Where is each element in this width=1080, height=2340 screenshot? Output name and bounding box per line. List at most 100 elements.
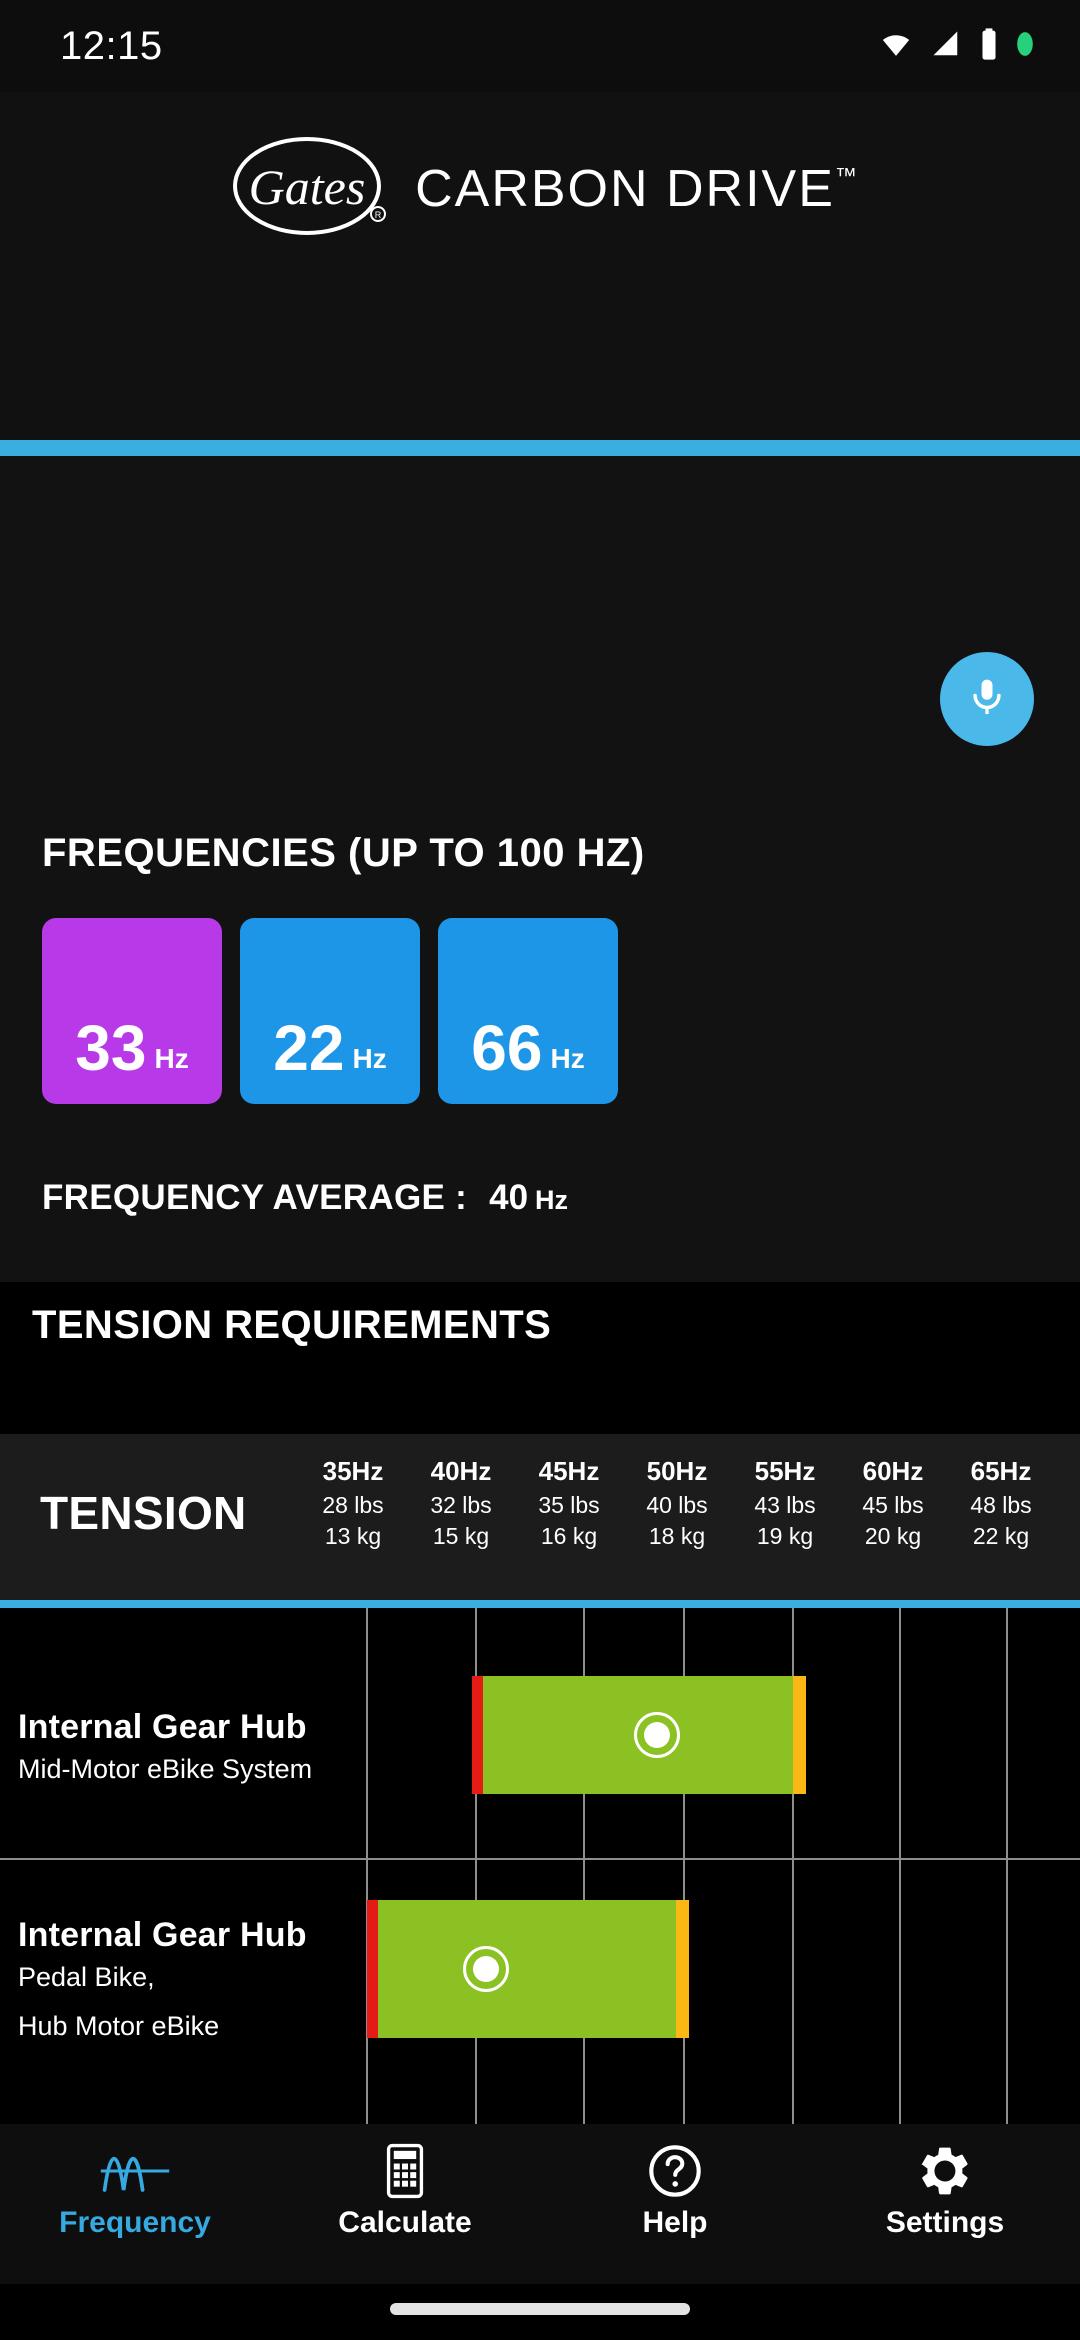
chart-row-label: Internal Gear Hub Mid-Motor eBike System: [18, 1708, 312, 1786]
tension-header-lbs: 43 lbs: [754, 1492, 816, 1518]
frequency-tile-value: 66: [471, 1012, 543, 1084]
frequency-tile[interactable]: 33 Hz: [42, 918, 222, 1104]
chart-target-marker: [463, 1946, 509, 1992]
chart-row-subtitle: Hub Motor eBike: [18, 2010, 220, 2041]
gates-carbon-drive-logo: Gates R CARBON DRIVE ™: [0, 134, 1080, 243]
tension-header-lbs: 28 lbs: [322, 1492, 384, 1518]
svg-text:R: R: [375, 210, 382, 220]
status-clock: 12:15: [60, 23, 163, 68]
brand-header: Gates R CARBON DRIVE ™: [0, 92, 1080, 440]
frequency-tile[interactable]: 22 Hz: [240, 918, 420, 1104]
chart-row-title: Internal Gear Hub: [18, 1916, 307, 1954]
nav-item-help[interactable]: Help: [540, 2124, 810, 2240]
chart-bar: [378, 1900, 676, 2038]
tension-header-kg: 18 kg: [648, 1523, 706, 1549]
frequency-tile-unit: Hz: [550, 1043, 585, 1074]
frequency-average-unit: Hz: [535, 1185, 569, 1215]
microphone-record-button[interactable]: [940, 652, 1034, 746]
waveform-icon: [97, 2142, 173, 2200]
carbon-drive-wordmark: CARBON DRIVE: [415, 159, 835, 218]
tension-header-kg: 15 kg: [432, 1523, 490, 1549]
tension-header-columns: 35Hz 28 lbs 13 kg 40Hz 32 lbs 15 kg 45Hz…: [317, 1456, 1073, 1550]
chart-bar-end-cap: [793, 1676, 806, 1794]
calculator-icon: [381, 2142, 429, 2200]
tension-header-kg: 16 kg: [540, 1523, 598, 1549]
chart-row[interactable]: Internal Gear Hub Mid-Motor eBike System: [0, 1608, 1080, 1858]
frequency-tile-value: 22: [273, 1012, 345, 1084]
battery-icon: [979, 27, 999, 66]
tension-header-cell: 55Hz 43 lbs 19 kg: [749, 1456, 821, 1550]
home-gesture-pill[interactable]: [390, 2303, 690, 2315]
nav-label: Settings: [885, 2206, 1005, 2239]
chart-target-marker: [634, 1712, 680, 1758]
frequency-tile-unit: Hz: [352, 1043, 387, 1074]
nav-label: Frequency: [59, 2206, 211, 2239]
status-bar: 12:15: [0, 0, 1080, 92]
frequencies-heading: FREQUENCIES (UP TO 100 HZ): [42, 831, 645, 875]
tension-header-hz: 35Hz: [322, 1456, 384, 1486]
chart-bar-start-cap: [472, 1676, 483, 1794]
chart-row-title: Internal Gear Hub: [18, 1708, 307, 1746]
tension-header-kg: 20 kg: [864, 1523, 922, 1549]
tension-header-cell: 50Hz 40 lbs 18 kg: [641, 1456, 713, 1550]
tension-header-cell: 65Hz 48 lbs 22 kg: [965, 1456, 1037, 1550]
tension-header-cell: 60Hz 45 lbs 20 kg: [857, 1456, 929, 1550]
frequency-average: FREQUENCY AVERAGE : 40 Hz: [42, 1178, 568, 1218]
frequency-tile[interactable]: 66 Hz: [438, 918, 618, 1104]
tension-header-hz: 55Hz: [754, 1456, 816, 1486]
nav-item-calculate[interactable]: Calculate: [270, 2124, 540, 2240]
tension-header-hz: 65Hz: [970, 1456, 1032, 1486]
tension-header-kg: 19 kg: [756, 1523, 814, 1549]
tension-header-kg: 22 kg: [972, 1523, 1030, 1549]
bottom-navigation-bar: Frequency Calculate Help Settings: [0, 2124, 1080, 2284]
gates-oval-script-logo: Gates R: [223, 134, 401, 243]
tension-header-hz: 60Hz: [862, 1456, 924, 1486]
gear-icon: [917, 2142, 973, 2200]
nav-item-settings[interactable]: Settings: [810, 2124, 1080, 2240]
tension-header-lbs: 32 lbs: [430, 1492, 492, 1518]
tension-header-lbs: 35 lbs: [538, 1492, 600, 1518]
tension-header-hz: 50Hz: [646, 1456, 708, 1486]
cellular-signal-icon: [930, 29, 962, 64]
frequency-tiles: 33 Hz 22 Hz 66 Hz: [42, 918, 618, 1104]
tension-header-lbs: 48 lbs: [970, 1492, 1032, 1518]
app-screen: 12:15 Gates R CARBON DRIVE ™ FREQUENCIES…: [0, 0, 1080, 2340]
svg-text:Gates: Gates: [249, 159, 366, 215]
frequency-tile-value: 33: [75, 1012, 147, 1084]
tension-header-hz: 40Hz: [430, 1456, 492, 1486]
frequencies-panel: FREQUENCIES (UP TO 100 HZ) 33 Hz 22 Hz 6…: [0, 456, 1080, 1282]
frequency-tile-unit: Hz: [154, 1043, 189, 1074]
recording-dot-icon: [1016, 31, 1034, 62]
question-circle-icon: [646, 2142, 704, 2200]
tension-chart: Internal Gear Hub Mid-Motor eBike System…: [0, 1608, 1080, 2132]
microphone-icon: [965, 675, 1009, 724]
header-accent-divider: [0, 440, 1080, 456]
gesture-bar-area: [0, 2284, 1080, 2340]
status-icons: [879, 27, 1034, 66]
chart-bar-end-cap: [676, 1900, 689, 2038]
tension-requirements-title-bar: TENSION REQUIREMENTS: [0, 1282, 1080, 1368]
tension-table-header: TENSION 35Hz 28 lbs 13 kg 40Hz 32 lbs 15…: [0, 1434, 1080, 1602]
nav-label: Calculate: [338, 2206, 472, 2239]
tension-header-cell: 40Hz 32 lbs 15 kg: [425, 1456, 497, 1550]
tension-column-label: TENSION: [40, 1487, 247, 1539]
tension-header-lbs: 45 lbs: [862, 1492, 924, 1518]
wifi-icon: [879, 29, 913, 64]
tension-header-hz: 45Hz: [538, 1456, 600, 1486]
nav-item-frequency[interactable]: Frequency: [0, 2124, 270, 2240]
nav-label: Help: [642, 2206, 708, 2239]
chart-bar-start-cap: [367, 1900, 378, 2038]
tension-header-kg: 13 kg: [324, 1523, 382, 1549]
frequency-average-label: FREQUENCY AVERAGE :: [42, 1178, 468, 1217]
frequency-average-value: 40: [489, 1178, 529, 1217]
tension-table-accent-rule: [0, 1600, 1080, 1608]
tension-requirements-title: TENSION REQUIREMENTS: [32, 1302, 552, 1347]
trademark-symbol: ™: [834, 162, 857, 188]
chart-row-subtitle: Mid-Motor eBike System: [18, 1754, 313, 1784]
tension-header-cell: 45Hz 35 lbs 16 kg: [533, 1456, 605, 1550]
tension-header-lbs: 40 lbs: [646, 1492, 708, 1518]
tension-header-cell: 35Hz 28 lbs 13 kg: [317, 1456, 389, 1550]
chart-row[interactable]: Internal Gear Hub Pedal Bike, Hub Motor …: [0, 1860, 1080, 2130]
chart-row-label: Internal Gear Hub Pedal Bike, Hub Motor …: [18, 1916, 307, 2043]
chart-row-subtitle: Pedal Bike,: [18, 1962, 155, 1992]
